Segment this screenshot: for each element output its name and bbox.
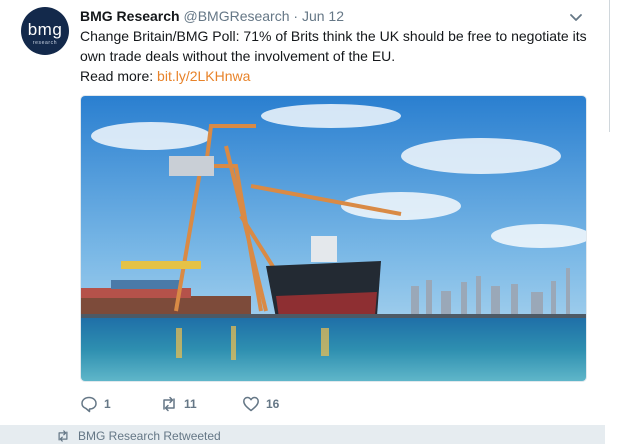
scrollbar-area — [605, 0, 620, 444]
tweet-header: BMG Research @BMGResearch · Jun 12 — [80, 7, 344, 25]
reply-count: 1 — [104, 397, 111, 411]
like-button[interactable]: 16 — [242, 394, 279, 414]
retweet-icon — [163, 396, 175, 412]
like-count: 16 — [266, 397, 280, 411]
retweet-icon — [58, 430, 68, 442]
retweet-notice[interactable]: BMG Research Retweeted — [56, 429, 221, 443]
read-more-label: Read more: — [80, 68, 154, 84]
tweet-media-image[interactable] — [80, 95, 587, 382]
scrollbar-edge — [609, 0, 610, 132]
tweet-text: Change Britain/BMG Poll: 71% of Brits th… — [80, 26, 590, 86]
retweet-notice-text: BMG Research Retweeted — [78, 429, 221, 443]
container-port-photo-icon — [81, 96, 586, 381]
heart-icon — [243, 396, 259, 412]
tweet-card[interactable]: bmg research BMG Research @BMGResearch ·… — [0, 0, 605, 426]
avatar-logo-text: bmg — [27, 20, 63, 39]
tweet-link[interactable]: bit.ly/2LKHnwa — [157, 68, 250, 84]
retweet-button[interactable]: 11 — [160, 394, 197, 414]
reply-button[interactable]: 1 — [80, 394, 111, 414]
reply-icon — [81, 396, 97, 413]
tweet-actions: 1 11 16 — [80, 394, 380, 414]
tweet-timestamp[interactable]: Jun 12 — [302, 8, 344, 24]
retweet-count: 11 — [184, 397, 197, 411]
avatar-logo-subtext: research — [32, 40, 58, 46]
author-name[interactable]: BMG Research — [80, 8, 180, 24]
author-avatar[interactable]: bmg research — [21, 7, 69, 55]
author-handle[interactable]: @BMGResearch — [183, 8, 289, 24]
chevron-down-icon[interactable] — [568, 9, 584, 25]
header-separator: · — [293, 8, 299, 24]
tweet-body: Change Britain/BMG Poll: 71% of Brits th… — [80, 28, 587, 64]
